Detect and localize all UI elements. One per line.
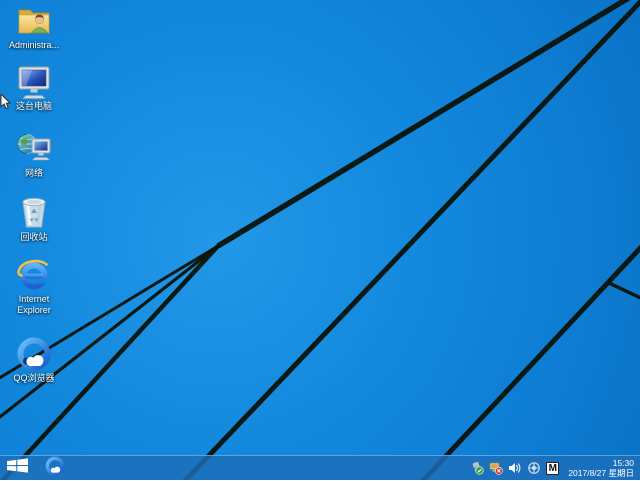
desktop-icon-label: 回收站 xyxy=(20,232,48,242)
desktop-icon-network[interactable]: 网络 xyxy=(2,131,66,179)
windows-logo-icon xyxy=(6,458,28,478)
recycle-bin-icon xyxy=(16,195,52,231)
desktop-icon-administrator[interactable]: Administra... xyxy=(2,3,66,51)
ime-indicator[interactable]: M xyxy=(546,461,560,475)
desktop-icon-qq-browser[interactable]: QQ浏览器 xyxy=(2,336,66,384)
desktop-icon-label: Internet Explorer xyxy=(17,294,51,315)
desktop-icon-recycle-bin[interactable]: 回收站 xyxy=(2,195,66,243)
qq-browser-icon xyxy=(16,336,52,372)
safely-remove-hardware-icon[interactable] xyxy=(470,461,484,475)
taskbar-qq-browser-button[interactable] xyxy=(40,456,70,481)
clock-date: 2017/8/27 星期日 xyxy=(568,468,634,478)
mouse-cursor xyxy=(0,92,12,115)
computer-icon xyxy=(16,64,52,100)
desktop-icon-label: QQ浏览器 xyxy=(13,373,55,383)
desktop-icon-this-pc[interactable]: 这台电脑 xyxy=(2,64,66,112)
desktop-icon-label: 网络 xyxy=(24,168,43,178)
start-button[interactable] xyxy=(0,456,34,481)
wallpaper-lines xyxy=(0,0,640,480)
volume-icon[interactable] xyxy=(508,461,522,475)
qq-browser-icon xyxy=(45,456,65,481)
taskbar: M 15:30 2017/8/27 星期日 xyxy=(0,455,640,480)
system-tray: M 15:30 2017/8/27 星期日 xyxy=(470,458,640,479)
globe-network-icon[interactable] xyxy=(527,461,541,475)
desktop-icon-label: Administra... xyxy=(8,40,59,50)
network-globe-icon xyxy=(16,131,52,167)
taskbar-clock[interactable]: 15:30 2017/8/27 星期日 xyxy=(568,458,634,479)
clock-time: 15:30 xyxy=(612,457,634,468)
desktop-icon-label: 这台电脑 xyxy=(15,101,52,111)
desktop-icon-internet-explorer[interactable]: Internet Explorer xyxy=(2,257,66,316)
network-error-icon[interactable] xyxy=(489,461,504,475)
desktop-background[interactable]: Administra... 这台电脑 网络 回收站 Internet Explo… xyxy=(0,0,640,480)
folder-user-icon xyxy=(16,3,52,39)
internet-explorer-icon xyxy=(16,257,52,293)
